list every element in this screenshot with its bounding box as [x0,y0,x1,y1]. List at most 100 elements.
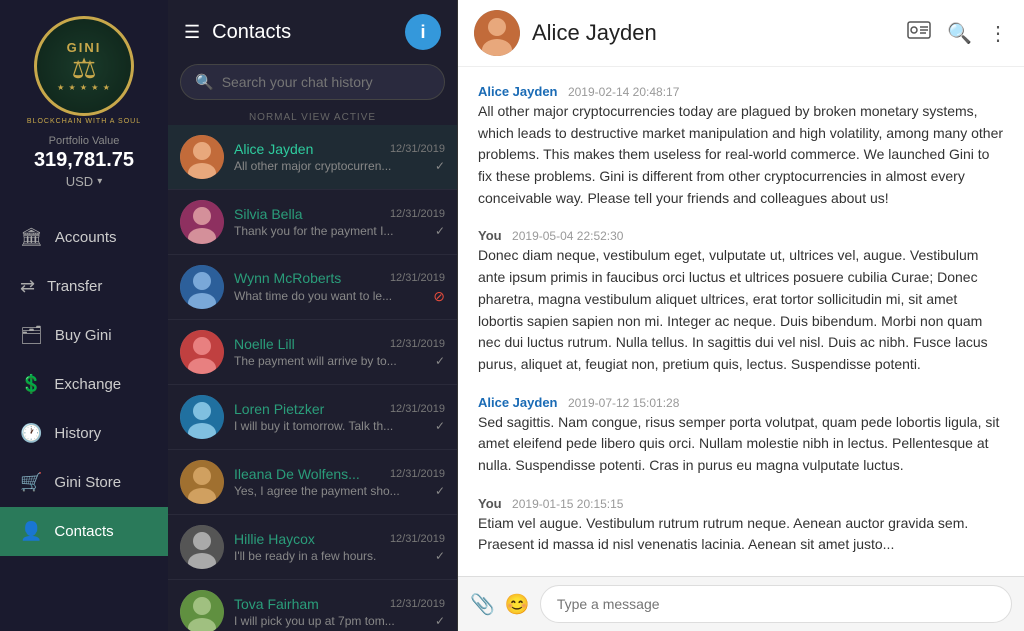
logo-stars: ★ ★ ★ ★ ★ [57,83,111,92]
contact-name: Hillie Haycox [234,531,315,547]
message-block: Alice Jayden 2019-02-14 20:48:17 All oth… [478,83,1004,209]
contact-info: Tova Fairham 12/31/2019 I will pick you … [234,596,445,628]
logo-area: GINI ⚖ ★ ★ ★ ★ ★ BLOCKCHAIN WITH A SOUL … [27,0,141,199]
message-header: Alice Jayden 2019-02-14 20:48:17 [478,83,1004,101]
sidebar-item-label: Gini Store [54,474,121,491]
portfolio-value: 319,781.75 [34,149,134,172]
search-bar: 🔍 [180,64,445,108]
message-sender: Alice Jayden [478,395,558,410]
info-button[interactable]: i [405,14,441,50]
sidebar-item-label: Contacts [54,523,113,540]
message-block: You 2019-05-04 22:52:30 Donec diam neque… [478,227,1004,375]
message-text: Etiam vel augue. Vestibulum rutrum rutru… [478,513,1004,556]
contact-name: Alice Jayden [234,141,313,157]
contact-preview: Thank you for the payment I... [234,224,393,238]
normal-view-label: NORMAL VIEW ACTIVE [168,108,457,125]
contact-preview: Yes, I agree the payment sho... [234,484,400,498]
sidebar-item-label: History [54,425,101,442]
message-sender: You [478,228,502,243]
chat-header-actions: 🔍 ⋮ [907,21,1008,46]
message-block: Alice Jayden 2019-07-12 15:01:28 Sed sag… [478,394,1004,477]
contact-preview: All other major cryptocurren... [234,159,391,173]
accounts-icon: 🏛 [20,227,43,248]
sidebar-item-label: Buy Gini [55,327,112,344]
contact-preview: I will pick you up at 7pm tom... [234,614,395,628]
contacts-header: ☰ Contacts i [168,0,457,64]
contact-card-icon[interactable] [907,21,931,45]
chat-messages: Alice Jayden 2019-02-14 20:48:17 All oth… [458,67,1024,576]
chat-avatar [474,10,520,56]
contact-date: 12/31/2019 [390,598,445,610]
contact-name: Noelle Lill [234,336,295,352]
contact-item[interactable]: Alice Jayden 12/31/2019 All other major … [168,125,457,190]
sidebar-item-accounts[interactable]: 🏛 Accounts [0,213,168,262]
contact-name: Silvia Bella [234,206,302,222]
message-header: You 2019-05-04 22:52:30 [478,227,1004,245]
contact-date: 12/31/2019 [390,272,445,284]
contacts-icon: 👤 [20,521,42,542]
contact-info: Ileana De Wolfens... 12/31/2019 Yes, I a… [234,466,445,498]
chat-input-area: 📎 😊 [458,576,1024,631]
contact-item[interactable]: Silvia Bella 12/31/2019 Thank you for th… [168,190,457,255]
sidebar-item-transfer[interactable]: ⇄ Transfer [0,262,168,311]
emoji-icon[interactable]: 😊 [505,592,530,617]
message-header: Alice Jayden 2019-07-12 15:01:28 [478,394,1004,412]
contact-item[interactable]: Tova Fairham 12/31/2019 I will pick you … [168,580,457,631]
logo-circle: GINI ⚖ ★ ★ ★ ★ ★ [34,16,134,116]
contact-name: Wynn McRoberts [234,270,341,286]
avatar [180,200,224,244]
avatar [180,265,224,309]
sidebar-item-gini-store[interactable]: 🛒 Gini Store [0,458,168,507]
status-block-icon: ⊘ [433,288,445,305]
message-text: All other major cryptocurrencies today a… [478,101,1004,209]
contacts-title: Contacts [212,21,291,44]
contact-item[interactable]: Hillie Haycox 12/31/2019 I'll be ready i… [168,515,457,580]
message-timestamp: 2019-01-15 20:15:15 [512,497,623,511]
logo-subtitle: BLOCKCHAIN WITH A SOUL [27,118,141,125]
message-header: You 2019-01-15 20:15:15 [478,495,1004,513]
contact-item[interactable]: Loren Pietzker 12/31/2019 I will buy it … [168,385,457,450]
sidebar-item-history[interactable]: 🕐 History [0,409,168,458]
contact-name: Ileana De Wolfens... [234,466,360,482]
search-input-wrapper: 🔍 [180,64,445,100]
message-timestamp: 2019-02-14 20:48:17 [568,85,679,99]
contacts-panel: ☰ Contacts i 🔍 NORMAL VIEW ACTIVE Alice … [168,0,458,631]
hamburger-icon[interactable]: ☰ [184,22,200,43]
chat-panel: Alice Jayden 🔍 ⋮ Alice Jayden 2019-02-14… [458,0,1024,631]
sidebar-item-exchange[interactable]: 💲 Exchange [0,360,168,409]
contact-item[interactable]: Noelle Lill 12/31/2019 The payment will … [168,320,457,385]
message-timestamp: 2019-05-04 22:52:30 [512,229,623,243]
status-check-icon: ✓ [435,419,445,433]
currency-text: USD [66,174,93,189]
nav-items: 🏛 Accounts ⇄ Transfer 🗂 Buy Gini 💲 Excha… [0,213,168,631]
message-text: Donec diam neque, vestibulum eget, vulpu… [478,245,1004,375]
message-timestamp: 2019-07-12 15:01:28 [568,396,679,410]
attach-icon[interactable]: 📎 [470,592,495,617]
status-check-icon: ✓ [435,159,445,173]
search-input[interactable] [222,74,430,90]
sidebar-item-label: Exchange [54,376,121,393]
chat-contact-name: Alice Jayden [532,20,895,46]
avatar [180,395,224,439]
avatar [180,330,224,374]
message-text: Sed sagittis. Nam congue, risus semper p… [478,412,1004,477]
contact-date: 12/31/2019 [390,143,445,155]
chevron-down-icon[interactable]: ▾ [97,176,102,187]
sidebar-item-contacts[interactable]: 👤 Contacts [0,507,168,556]
sidebar-item-buy-gini[interactable]: 🗂 Buy Gini [0,311,168,360]
contact-item[interactable]: Ileana De Wolfens... 12/31/2019 Yes, I a… [168,450,457,515]
contact-item[interactable]: Wynn McRoberts 12/31/2019 What time do y… [168,255,457,320]
sidebar-item-label: Accounts [55,229,117,246]
avatar [180,590,224,631]
contacts-list: Alice Jayden 12/31/2019 All other major … [168,125,457,631]
chat-more-icon[interactable]: ⋮ [988,21,1008,46]
status-check-icon: ✓ [435,354,445,368]
status-check-icon: ✓ [435,549,445,563]
exchange-icon: 💲 [20,374,42,395]
message-sender: Alice Jayden [478,84,558,99]
transfer-icon: ⇄ [20,276,35,297]
sidebar: GINI ⚖ ★ ★ ★ ★ ★ BLOCKCHAIN WITH A SOUL … [0,0,168,631]
chat-search-icon[interactable]: 🔍 [947,21,972,46]
message-input[interactable] [540,585,1012,623]
contact-preview: I'll be ready in a few hours. [234,549,376,563]
